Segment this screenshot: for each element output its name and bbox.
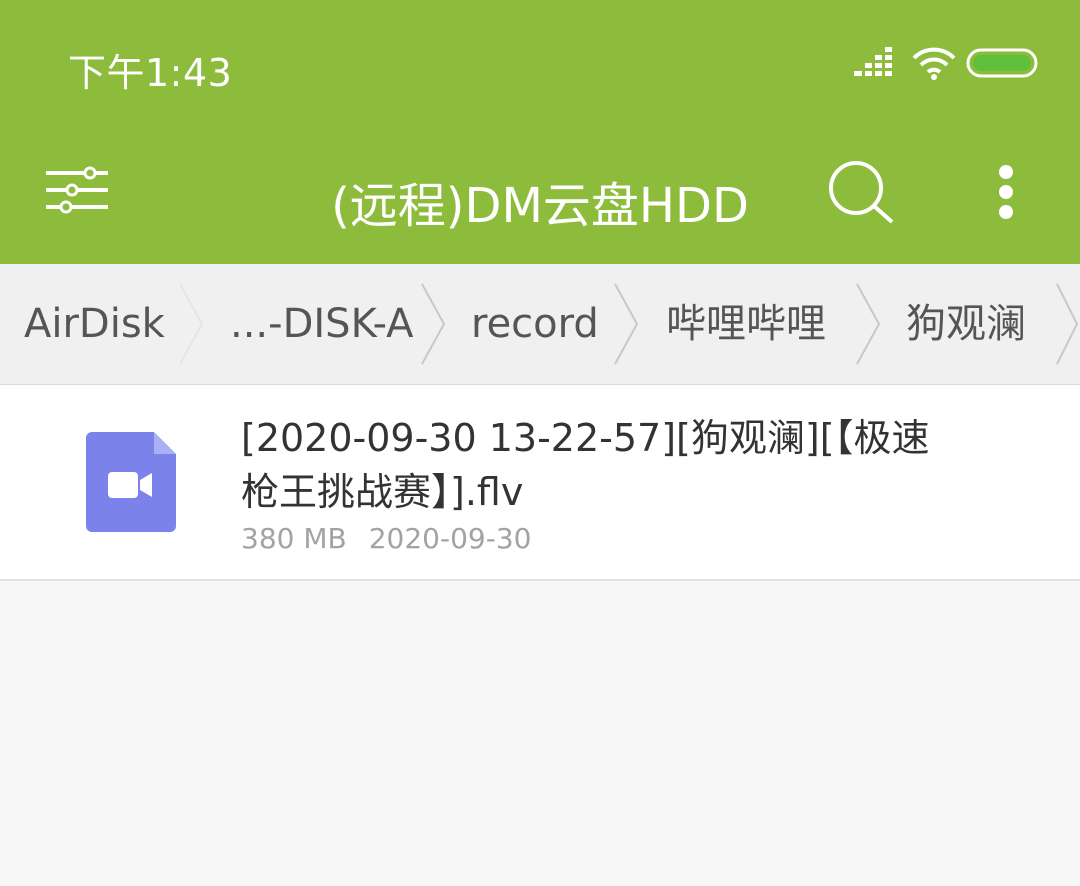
more-vert-icon bbox=[999, 165, 1013, 219]
breadcrumb-item-current[interactable]: 狗观澜 bbox=[906, 264, 1026, 384]
chevron-right-icon bbox=[1056, 283, 1079, 365]
signal-icon bbox=[854, 47, 892, 76]
chevron-right-icon bbox=[614, 283, 639, 365]
page-title: (远程)DM云盘HDD bbox=[331, 178, 749, 234]
breadcrumb: AirDisk ...-DISK-A record 哔哩哔哩 狗观澜 bbox=[0, 264, 1080, 385]
breadcrumb-item-airdisk[interactable]: AirDisk bbox=[24, 264, 165, 384]
breadcrumb-item-disk[interactable]: ...-DISK-A bbox=[230, 264, 414, 384]
more-options-button[interactable] bbox=[978, 160, 1034, 224]
breadcrumb-item-record[interactable]: record bbox=[471, 264, 599, 384]
wifi-icon bbox=[912, 47, 956, 80]
file-name: [2020-09-30 13-22-57][狗观澜][【极速 枪王挑战赛】].f… bbox=[241, 411, 1021, 519]
file-date: 2020-09-30 bbox=[368, 522, 532, 555]
status-time: 下午1:43 bbox=[68, 51, 233, 95]
file-name-line: [2020-09-30 13-22-57][狗观澜][【极速 bbox=[241, 416, 930, 460]
file-name-line: 枪王挑战赛】].flv bbox=[241, 470, 524, 514]
search-button[interactable] bbox=[826, 158, 898, 230]
file-meta: 380 MB 2020-09-30 bbox=[241, 522, 531, 555]
chevron-right-icon bbox=[421, 283, 446, 365]
search-icon bbox=[829, 161, 894, 224]
toolbar: (远程)DM云盘HDD bbox=[0, 130, 1080, 264]
status-bar: 下午1:43 bbox=[0, 0, 1080, 130]
file-list-item[interactable]: [2020-09-30 13-22-57][狗观澜][【极速 枪王挑战赛】].f… bbox=[0, 385, 1080, 581]
chevron-right-icon bbox=[856, 283, 881, 365]
battery-icon bbox=[966, 48, 1038, 78]
chevron-right-icon bbox=[179, 283, 204, 365]
file-size: 380 MB bbox=[241, 522, 347, 555]
breadcrumb-item-bilibili[interactable]: 哔哩哔哩 bbox=[666, 264, 826, 384]
app-bar: 下午1:43 (远程)DM云盘HDD bbox=[0, 0, 1080, 264]
video-file-icon bbox=[86, 432, 176, 532]
